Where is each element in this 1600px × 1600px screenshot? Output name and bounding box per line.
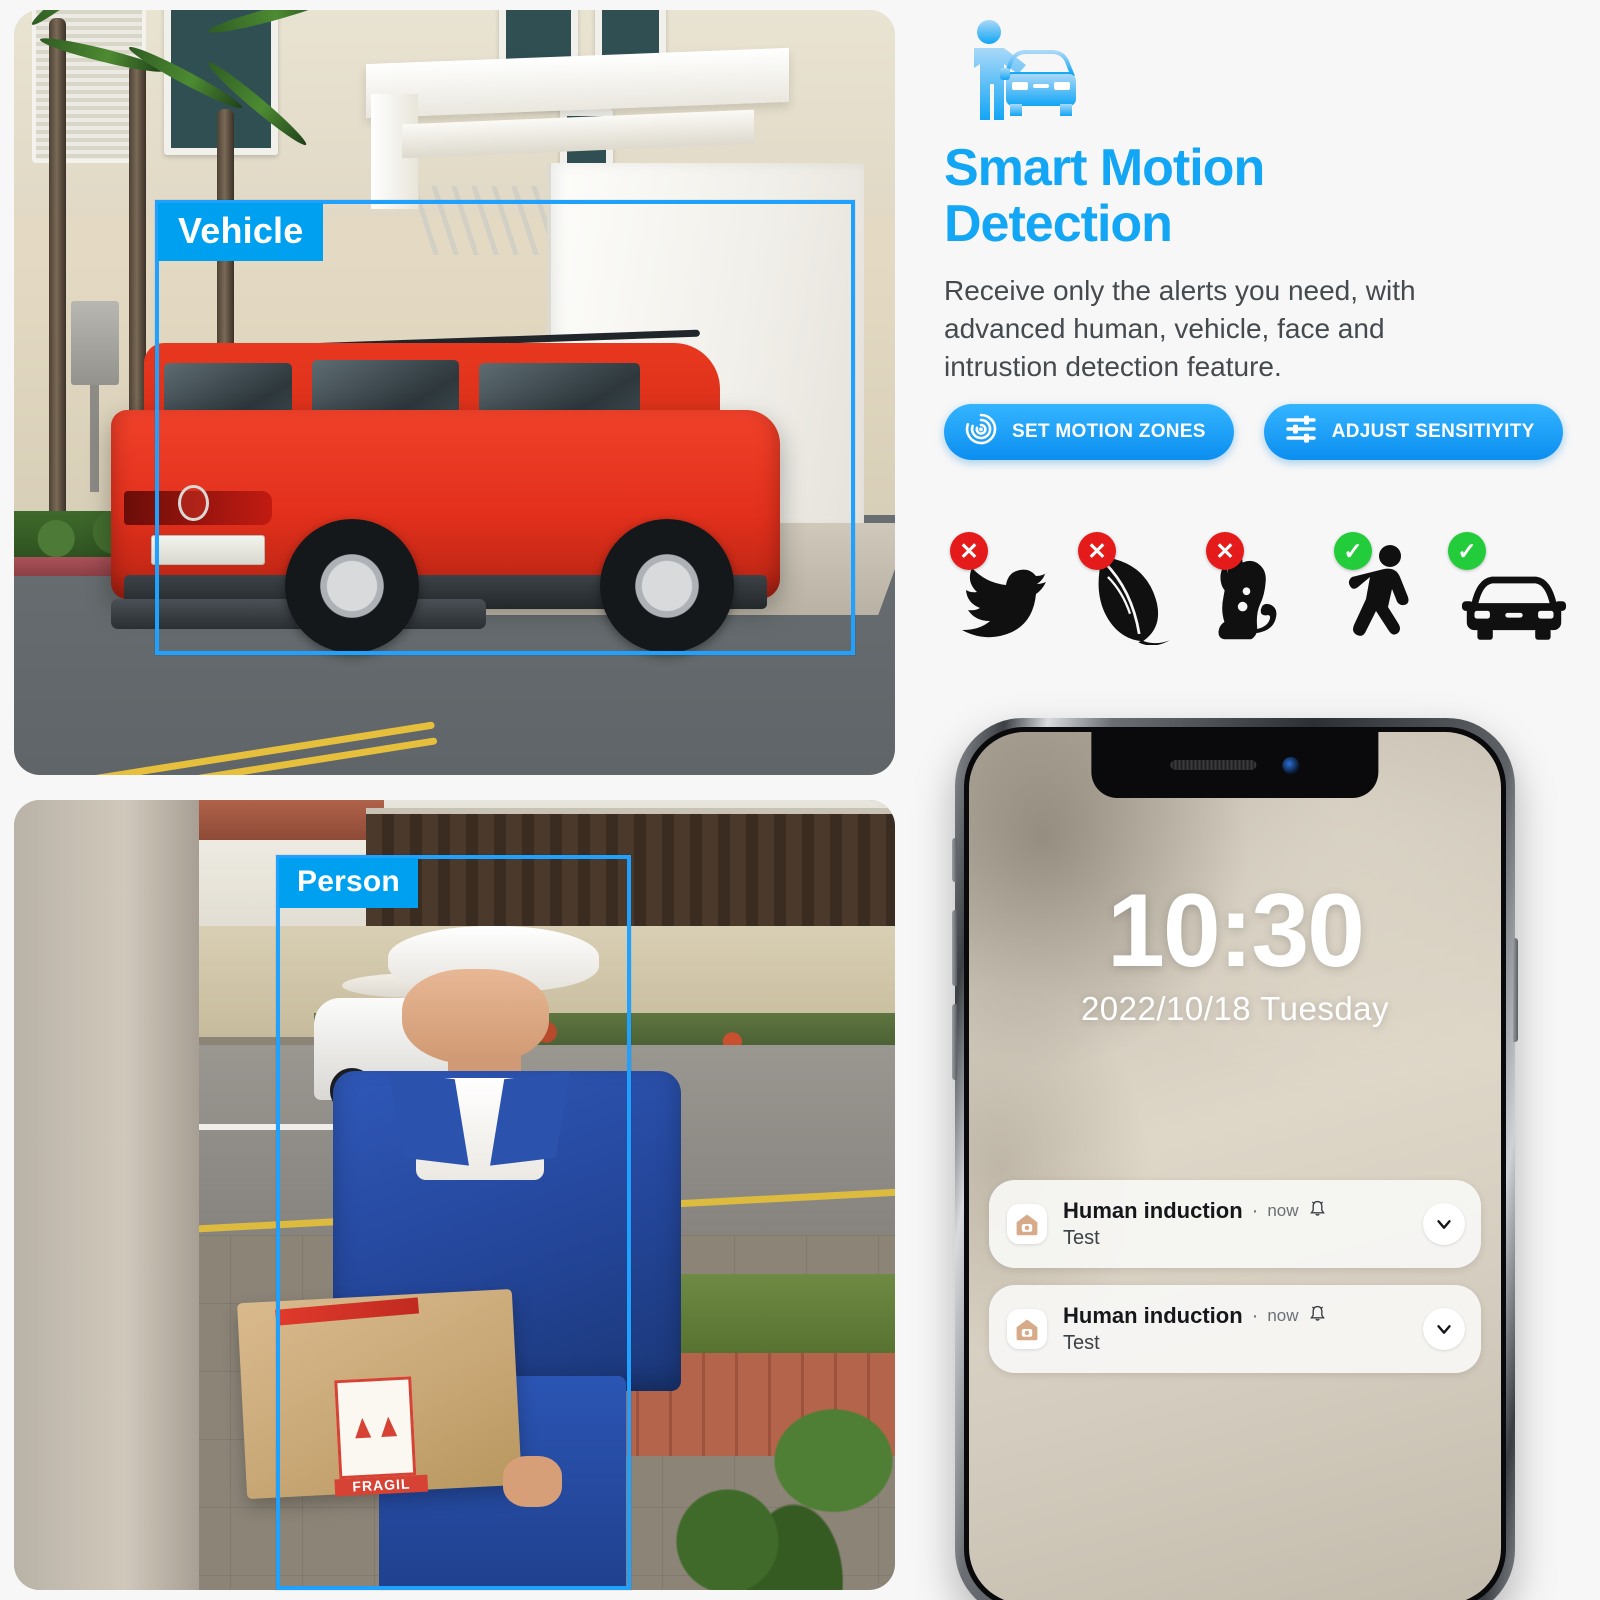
volume-down-button[interactable]	[952, 1004, 957, 1080]
page-title: Smart Motion Detection	[944, 140, 1364, 252]
bell-icon	[1308, 1199, 1327, 1223]
detection-item-person: ✓	[1332, 530, 1440, 645]
volume-up-button[interactable]	[952, 910, 957, 986]
silent-switch[interactable]	[952, 838, 957, 882]
notification-title: Human induction	[1063, 1198, 1243, 1223]
phone-frame: 10:30 2022/10/18 Tuesday Human induction…	[952, 718, 1518, 1600]
detection-item-car: ✓	[1448, 530, 1568, 645]
set-motion-zones-button[interactable]: SET MOTION ZONES	[944, 404, 1234, 460]
notification-list: Human induction · now Test Human inducti…	[989, 1180, 1481, 1373]
allowed-badge: ✓	[1334, 532, 1372, 570]
action-button-row: SET MOTION ZONES ADJUST SENSITIYITY	[944, 404, 1563, 460]
road-center-line	[33, 721, 435, 775]
blocked-badge: ✕	[1078, 532, 1116, 570]
notification-content: Human induction · now Test	[1063, 1198, 1407, 1250]
notification-card[interactable]: Human induction · now Test	[989, 1180, 1481, 1268]
notification-header: Human induction · now	[1063, 1198, 1407, 1224]
detection-filter-icons: ✕ ✕ ✕ ✓ ✓	[948, 530, 1568, 645]
sliders-icon	[1284, 412, 1318, 452]
blocked-badge: ✕	[950, 532, 988, 570]
blocked-badge: ✕	[1206, 532, 1244, 570]
home-camera-icon	[1007, 1204, 1047, 1244]
wallpaper	[969, 732, 1501, 1600]
notification-body: Test	[1063, 1332, 1100, 1354]
notification-separator: ·	[1251, 1304, 1259, 1327]
lockscreen-date: 2022/10/18 Tuesday	[1080, 990, 1390, 1027]
detection-item-dog: ✕	[1204, 530, 1312, 645]
notification-title: Human induction	[1063, 1303, 1243, 1328]
wall-pillar	[14, 800, 199, 1590]
notification-card[interactable]: Human induction · now Test	[989, 1285, 1481, 1373]
chevron-down-icon[interactable]	[1423, 1308, 1465, 1350]
notification-body: Test	[1063, 1227, 1100, 1249]
page-title-line2: Detection	[944, 195, 1173, 254]
feature-panel: Smart Motion Detection Receive only the …	[930, 0, 1600, 1600]
person-bounding-box[interactable]: Person	[276, 855, 631, 1590]
notification-timestamp: now	[1267, 1306, 1299, 1325]
phone-notch	[1091, 732, 1379, 798]
smartphone-mockup: 10:30 2022/10/18 Tuesday Human induction…	[952, 718, 1518, 1600]
bell-icon	[1308, 1304, 1327, 1328]
notification-header: Human induction · now	[1063, 1303, 1407, 1329]
person-with-car-icon	[948, 18, 1076, 128]
adjust-sensitivity-button[interactable]: ADJUST SENSITIYITY	[1263, 404, 1563, 460]
adjust-sensitivity-label: ADJUST SENSITIYITY	[1331, 421, 1535, 442]
power-button[interactable]	[1513, 938, 1518, 1042]
earpiece-speaker-icon	[1170, 760, 1257, 770]
home-camera-icon	[1007, 1309, 1047, 1349]
notification-separator: ·	[1251, 1199, 1259, 1222]
notification-content: Human induction · now Test	[1063, 1303, 1407, 1355]
utility-box-post	[89, 384, 99, 492]
detection-item-bird: ✕	[948, 530, 1056, 645]
vehicle-bounding-box[interactable]: Vehicle	[155, 200, 855, 655]
vehicle-bbox-label: Vehicle	[158, 203, 324, 261]
notification-timestamp: now	[1267, 1201, 1299, 1220]
phone-bezel: 10:30 2022/10/18 Tuesday Human induction…	[964, 727, 1506, 1600]
allowed-badge: ✓	[1448, 532, 1486, 570]
set-motion-zones-label: SET MOTION ZONES	[1012, 421, 1206, 442]
detection-item-leaf: ✕	[1076, 530, 1184, 645]
radar-zone-icon	[964, 412, 998, 452]
front-camera-icon	[1282, 756, 1300, 774]
palm-trunk-1	[49, 17, 67, 554]
page-title-line1: Smart Motion	[944, 139, 1265, 197]
phone-screen[interactable]: 10:30 2022/10/18 Tuesday Human induction…	[969, 732, 1501, 1600]
lockscreen-clock: 10:30	[1107, 873, 1365, 989]
page-description: Receive only the alerts you need, with a…	[944, 275, 1416, 383]
person-bbox-label: Person	[279, 858, 418, 908]
chevron-down-icon[interactable]	[1423, 1203, 1465, 1245]
building-roof	[172, 800, 385, 840]
